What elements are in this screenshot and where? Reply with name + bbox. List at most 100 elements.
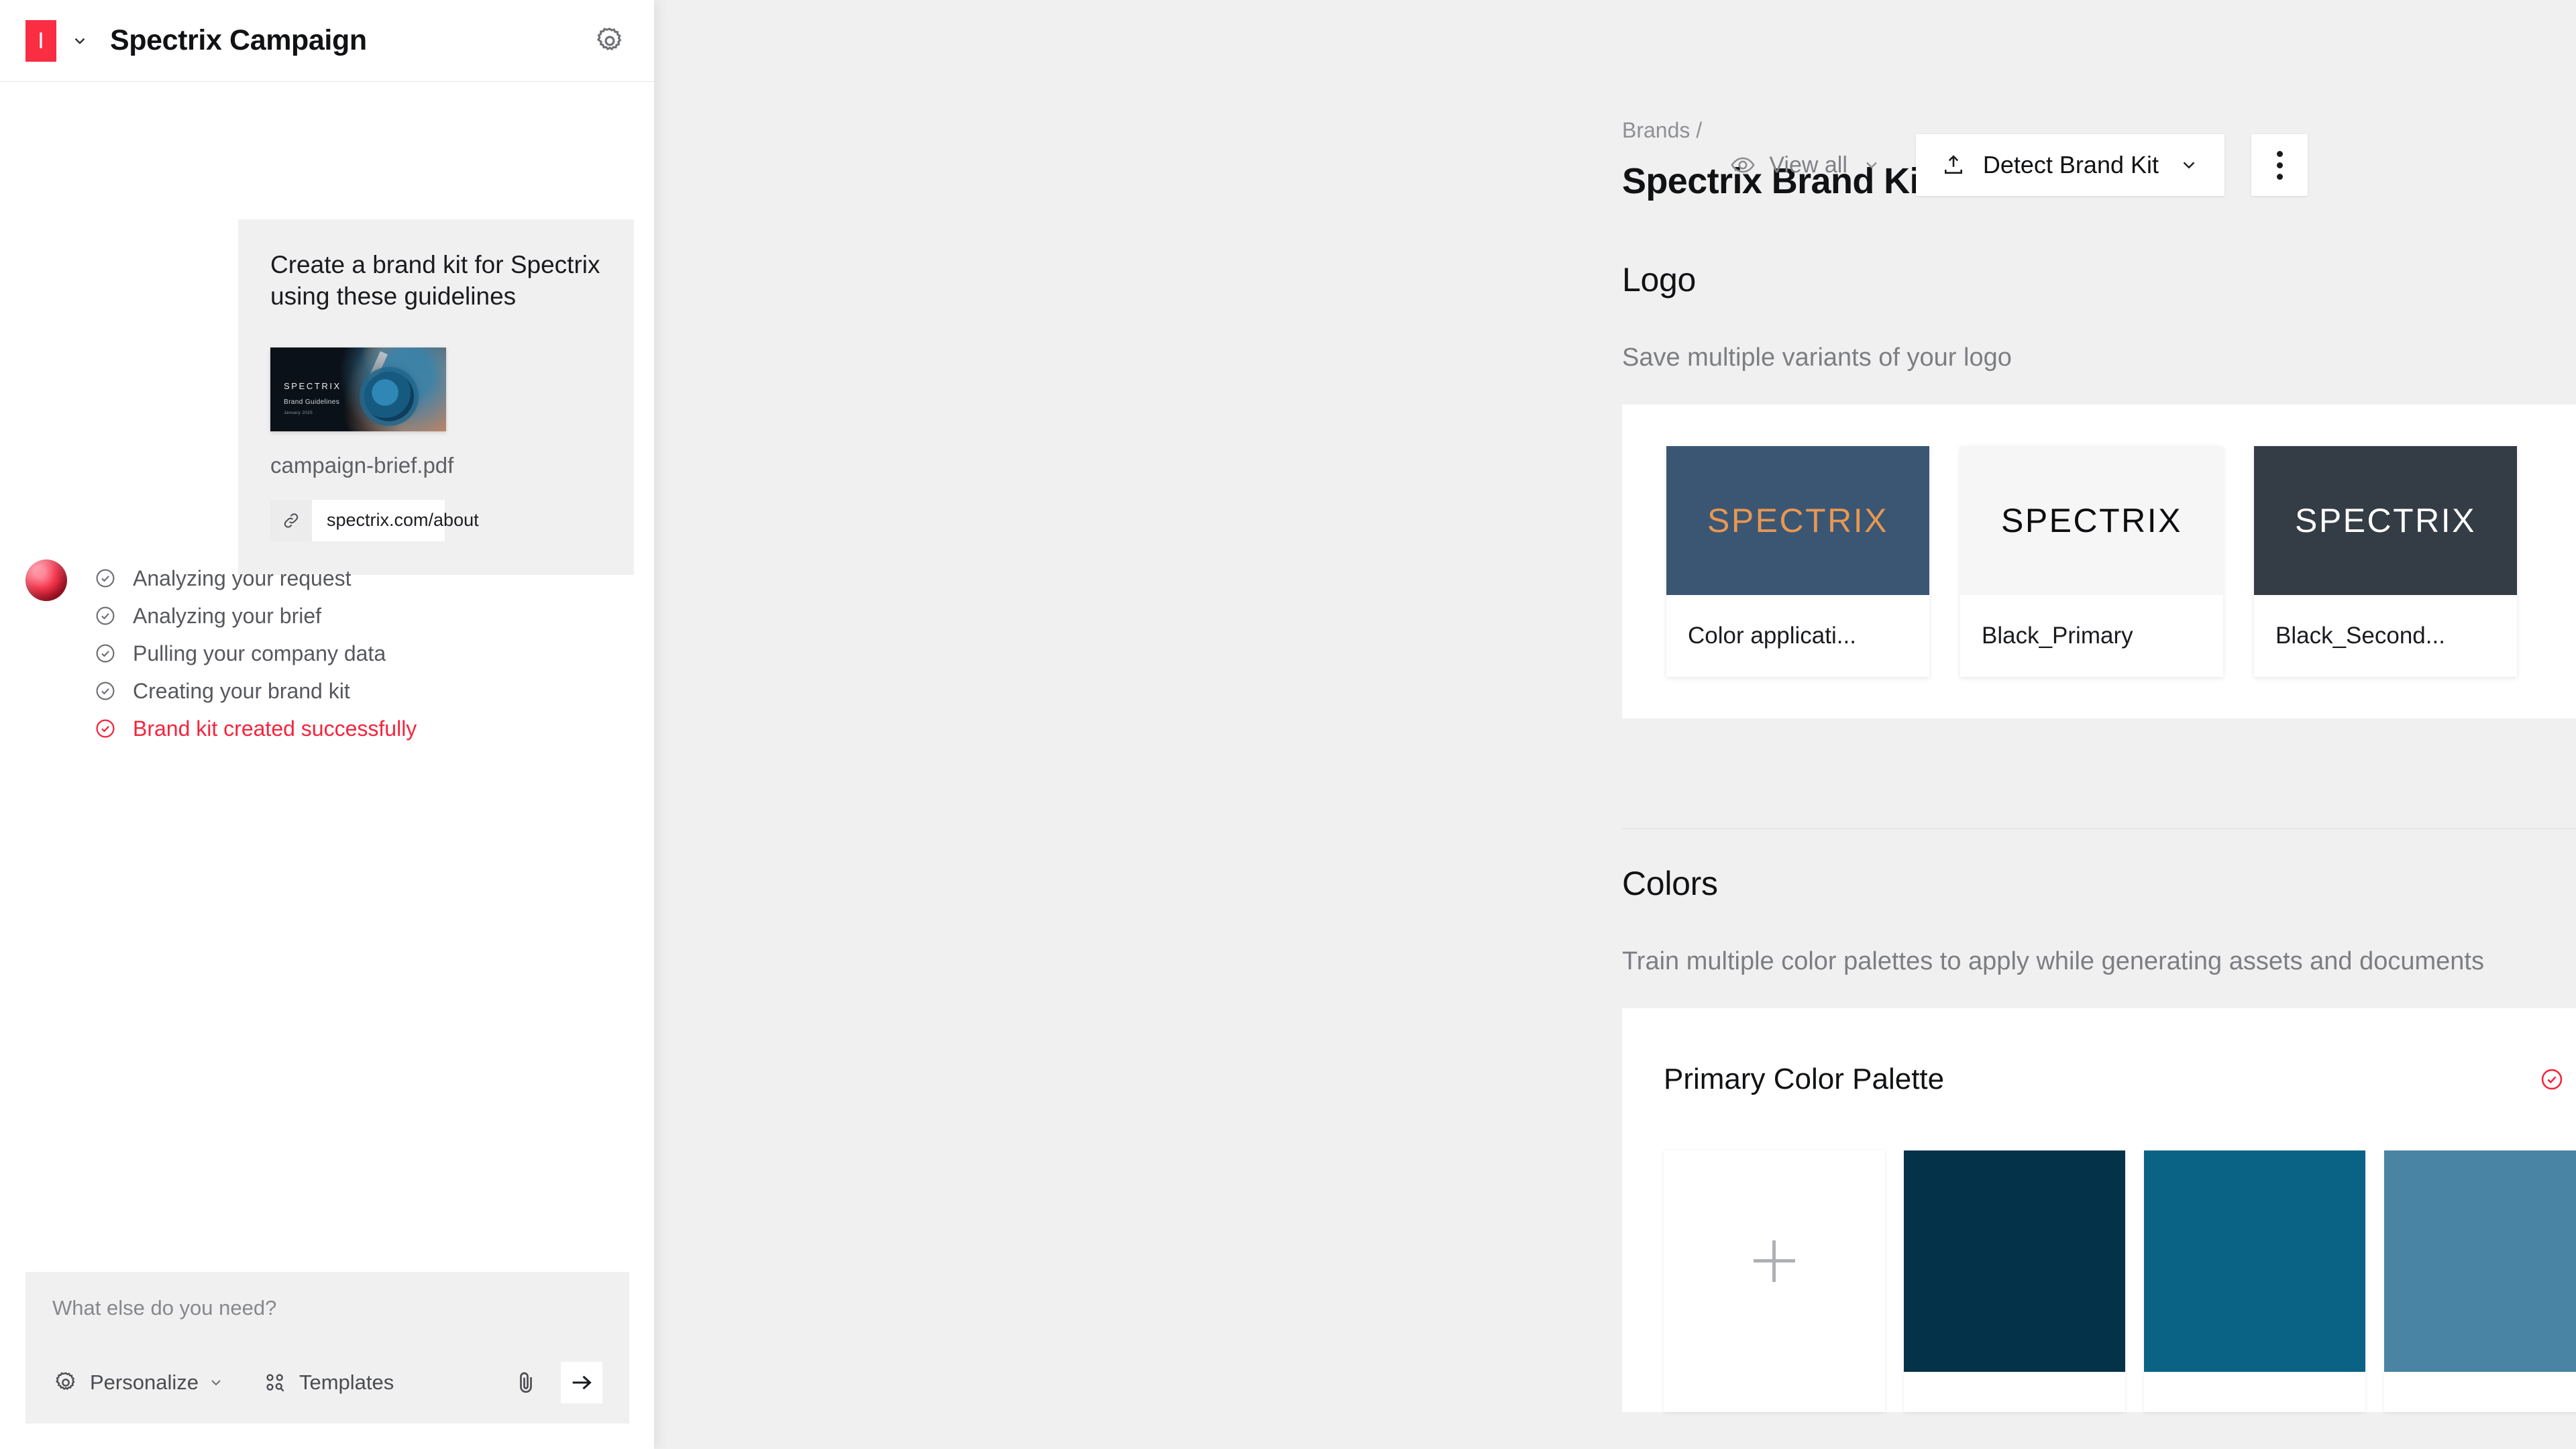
color-swatch[interactable]	[1904, 1150, 2125, 1412]
gear-icon[interactable]	[594, 25, 626, 57]
chevron-down-icon	[208, 1375, 224, 1391]
logo-preview: SPECTRIX	[2254, 446, 2517, 595]
workspace-title: Spectrix Campaign	[110, 24, 367, 56]
agent-step-success: Brand kit created successfully	[94, 710, 417, 747]
colors-section-subtitle: Train multiple color palettes to apply w…	[1622, 947, 2484, 975]
user-prompt-text: Create a brand kit for Spectrix using th…	[270, 251, 600, 311]
agent-step: Pulling your company data	[94, 635, 417, 672]
swatch-footer	[1664, 1372, 1885, 1412]
message-input[interactable]: What else do you need?	[52, 1296, 602, 1320]
sidebar-conversation: Create a brand kit for Spectrix using th…	[0, 82, 654, 1449]
upload-icon	[1941, 153, 1966, 177]
templates-button[interactable]: Templates	[262, 1369, 394, 1396]
thumbnail-date: January 2025	[284, 410, 313, 415]
swatch-color	[1904, 1150, 2125, 1372]
add-swatch-cell[interactable]	[1664, 1150, 1885, 1412]
colors-section-header: Colors New Style	[1622, 864, 2576, 923]
page-overflow-menu-button[interactable]	[2251, 134, 2308, 196]
agent-step-label: Analyzing your request	[133, 566, 352, 590]
templates-label: Templates	[299, 1371, 394, 1394]
personalize-button[interactable]: Personalize	[52, 1369, 224, 1396]
view-all-label: View all	[1769, 152, 1847, 178]
attachment-filename: campaign-brief.pdf	[270, 452, 454, 478]
colors-section-title: Colors	[1622, 865, 1718, 902]
brand-logo-badge[interactable]: I	[25, 19, 56, 62]
color-swatch[interactable]	[2144, 1150, 2365, 1412]
attachment-link-label: spectrix.com/about	[327, 510, 479, 531]
logo-card-grid: SPECTRIX Color applicati... SPECTRIX Bla…	[1666, 446, 2576, 677]
detect-brand-kit-label: Detect Brand Kit	[1982, 151, 2159, 178]
agent-step-label: Pulling your company data	[133, 641, 386, 665]
swatch-color	[2384, 1150, 2576, 1372]
add-swatch-button[interactable]	[1664, 1150, 1885, 1372]
app-root: I Spectrix Campaign Create a brand kit f…	[0, 0, 2576, 1449]
agent-step-label: Brand kit created successfully	[133, 716, 417, 741]
agent-step: Creating your brand kit	[94, 672, 417, 710]
plus-icon	[1754, 1240, 1795, 1282]
logo-card[interactable]: SPECTRIX Black_Second...	[2254, 446, 2517, 677]
logo-card[interactable]: SPECTRIX Black_Primary	[1960, 446, 2223, 677]
view-all-button[interactable]: View all	[1730, 152, 1881, 178]
agent-response: Analyzing your request Analyzing your br…	[25, 558, 616, 747]
send-button[interactable]	[561, 1362, 602, 1403]
logo-card-name: Black_Second...	[2275, 623, 2445, 649]
logo-section-header: Logo Add Logo	[1622, 260, 2576, 319]
logo-section-subtitle: Save multiple variants of your logo	[1622, 343, 2012, 372]
chevron-down-icon	[2179, 155, 2199, 175]
logo-preview: SPECTRIX	[1666, 446, 1929, 595]
swatch-footer	[2384, 1372, 2576, 1412]
agent-step-label: Creating your brand kit	[133, 678, 350, 703]
swatch-footer	[2144, 1372, 2365, 1412]
personalize-label: Personalize	[90, 1371, 199, 1394]
color-swatch[interactable]	[2384, 1150, 2576, 1412]
palette-status-badge: Trained	[2540, 1065, 2576, 1093]
templates-icon	[262, 1369, 288, 1396]
agent-step-list: Analyzing your request Analyzing your br…	[94, 558, 417, 747]
eye-icon	[1730, 152, 1756, 178]
chevron-down-icon	[1862, 156, 1881, 174]
palette-name: Primary Color Palette	[1664, 1063, 1945, 1095]
assistant-avatar	[25, 559, 67, 601]
check-circle-icon	[94, 567, 117, 590]
logo-wordmark: SPECTRIX	[2294, 502, 2477, 539]
composer-toolbar: Personalize Templates	[52, 1362, 602, 1403]
attachment-thumbnail[interactable]: SPECTRIX Brand Guidelines January 2025	[270, 347, 446, 431]
check-circle-icon	[94, 604, 117, 627]
link-icon	[270, 499, 312, 541]
palette-header: Primary Color Palette Trained Train	[1664, 1047, 2576, 1112]
swatch-footer	[1904, 1372, 2125, 1412]
headphone-cup-shape	[364, 371, 414, 421]
check-circle-icon	[2540, 1067, 2564, 1091]
logo-card[interactable]: SPECTRIX Color applicati...	[1666, 446, 1929, 677]
logo-wordmark: SPECTRIX	[2000, 502, 2183, 539]
user-message-card: Create a brand kit for Spectrix using th…	[238, 219, 634, 575]
colors-section: Colors New Style Train multiple color pa…	[1622, 864, 2576, 1412]
logo-section: Logo Add Logo Save multiple variants of …	[1622, 260, 2576, 718]
detect-brand-kit-button[interactable]: Detect Brand Kit	[1915, 134, 2224, 196]
sidebar-header: I Spectrix Campaign	[0, 0, 654, 82]
brand-kit-panel: Brands / Spectrix Brand Kit View all Det…	[654, 0, 2576, 1449]
thumbnail-brand-name: SPECTRIX	[284, 380, 341, 391]
logo-preview: SPECTRIX	[1960, 446, 2223, 595]
agent-step: Analyzing your brief	[94, 597, 417, 635]
swatch-row	[1664, 1150, 2576, 1412]
agent-step-label: Analyzing your brief	[133, 603, 322, 628]
attachment-link-chip[interactable]: spectrix.com/about	[270, 499, 479, 541]
swatch-color	[2144, 1150, 2365, 1372]
chevron-down-icon[interactable]	[71, 32, 89, 50]
gear-icon	[52, 1369, 79, 1396]
agent-step: Analyzing your request	[94, 559, 417, 597]
chat-sidebar: I Spectrix Campaign Create a brand kit f…	[0, 0, 654, 1449]
logo-section-title: Logo	[1622, 261, 1697, 299]
paperclip-icon[interactable]	[510, 1366, 542, 1399]
color-palette-card: Primary Color Palette Trained Train	[1622, 1008, 2576, 1412]
check-circle-icon	[94, 717, 117, 740]
thumbnail-subtitle: Brand Guidelines	[284, 398, 340, 406]
kebab-menu-icon	[2276, 150, 2283, 180]
logo-wordmark: SPECTRIX	[1707, 502, 1889, 539]
header-actions: View all Detect Brand Kit	[1730, 134, 2308, 196]
message-composer: What else do you need? Personalize Templ…	[25, 1272, 629, 1424]
logo-card-name: Black_Primary	[1982, 623, 2133, 649]
check-circle-icon	[94, 680, 117, 702]
logo-card-name: Color applicati...	[1688, 623, 1856, 649]
